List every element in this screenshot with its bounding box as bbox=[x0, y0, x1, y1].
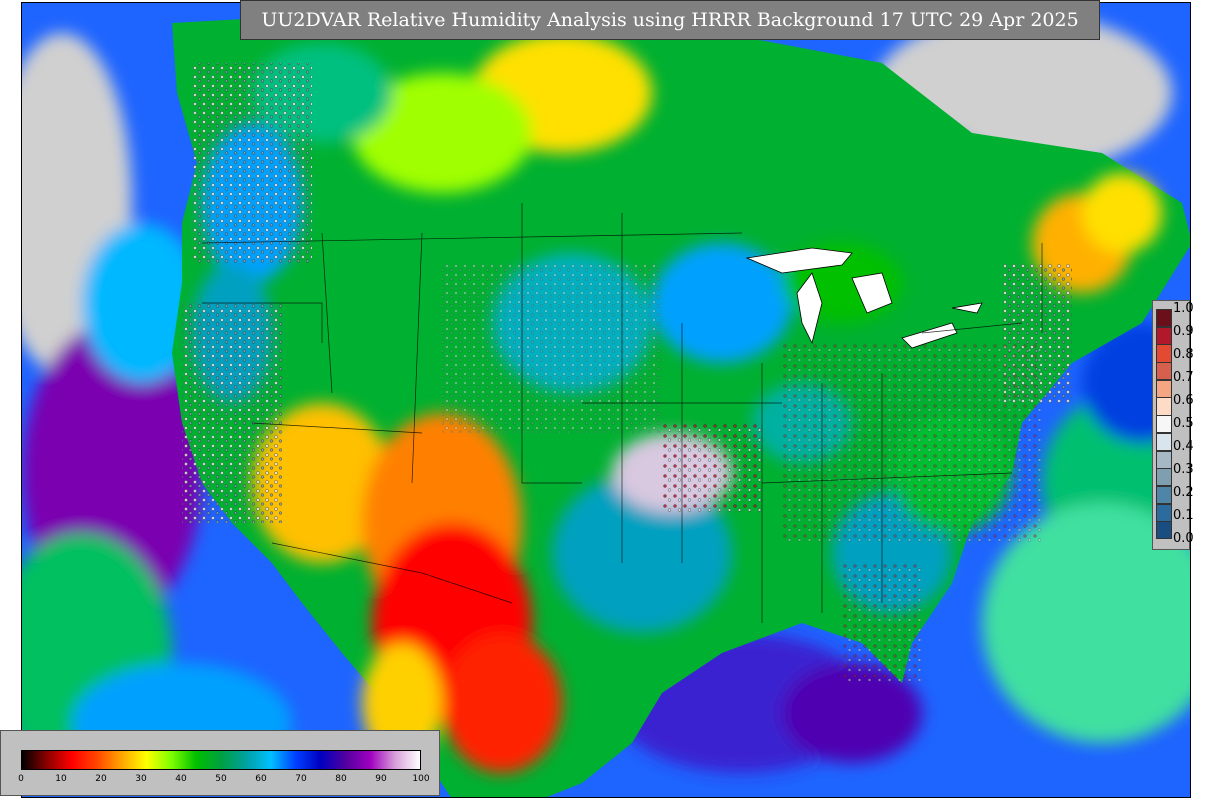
observation-tick-label: 0.0 bbox=[1173, 531, 1194, 546]
observation-colorbar: 1.0 0.9 0.8 0.7 0.6 0.5 0.4 0.3 0.2 0.1 0.0 bbox=[1152, 300, 1194, 550]
humidity-tick-label: 30 bbox=[135, 774, 147, 784]
observation-tick-label: 0.3 bbox=[1173, 462, 1194, 477]
observation-color-swatch bbox=[1156, 468, 1172, 487]
observation-tick-label: 0.6 bbox=[1173, 393, 1194, 408]
observation-color-swatch bbox=[1156, 344, 1172, 363]
observation-tick-label: 0.8 bbox=[1173, 347, 1194, 362]
observation-tick-label: 0.5 bbox=[1173, 416, 1194, 431]
observation-tick-label: 1.0 bbox=[1173, 301, 1194, 316]
humidity-tick-label: 70 bbox=[295, 774, 307, 784]
observation-color-swatch bbox=[1156, 415, 1172, 434]
observation-color-swatch bbox=[1156, 326, 1172, 345]
humidity-colorbar: 0 10 20 30 40 50 60 70 80 90 100 bbox=[0, 730, 440, 796]
humidity-tick-label: 20 bbox=[95, 774, 107, 784]
humidity-tick-label: 50 bbox=[215, 774, 227, 784]
observation-color-swatch bbox=[1156, 521, 1172, 540]
humidity-tick-label: 100 bbox=[412, 774, 430, 784]
humidity-tick-label: 90 bbox=[375, 774, 387, 784]
humidity-map bbox=[21, 2, 1191, 798]
humidity-tick-label: 80 bbox=[335, 774, 347, 784]
observation-tick-label: 0.2 bbox=[1173, 485, 1194, 500]
humidity-tick-label: 0 bbox=[18, 774, 24, 784]
observation-tick-label: 0.7 bbox=[1173, 370, 1194, 385]
observation-color-swatch bbox=[1156, 432, 1172, 452]
observation-tick-label: 0.9 bbox=[1173, 324, 1194, 339]
observation-color-swatch bbox=[1156, 485, 1172, 505]
humidity-tick-label: 10 bbox=[55, 774, 67, 784]
map-title: UU2DVAR Relative Humidity Analysis using… bbox=[240, 0, 1100, 40]
observation-tick-label: 0.1 bbox=[1173, 508, 1194, 523]
map-canvas bbox=[22, 3, 1190, 797]
observation-color-swatch bbox=[1156, 503, 1172, 522]
observation-color-swatch bbox=[1156, 397, 1172, 416]
observation-color-swatch bbox=[1156, 450, 1172, 469]
humidity-colorbar-gradient bbox=[21, 750, 421, 770]
humidity-tick-label: 40 bbox=[175, 774, 187, 784]
humidity-tick-label: 60 bbox=[255, 774, 267, 784]
observation-tick-label: 0.4 bbox=[1173, 439, 1194, 454]
observation-color-swatch bbox=[1156, 309, 1172, 328]
observation-color-swatch bbox=[1156, 362, 1172, 381]
observation-color-swatch bbox=[1156, 379, 1172, 398]
